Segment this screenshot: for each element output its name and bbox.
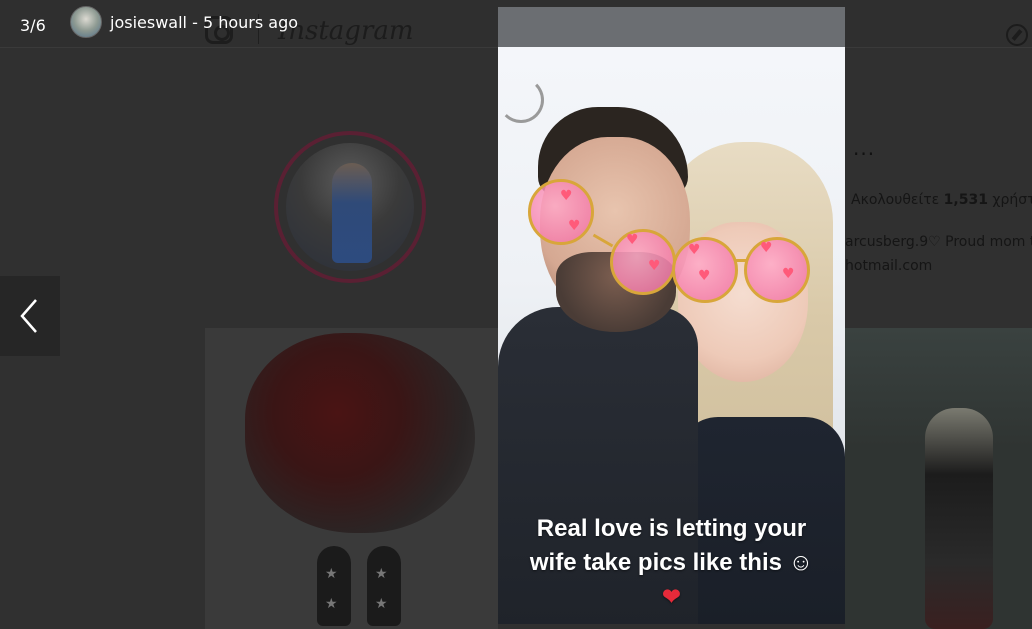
sunglasses-bridge-2 — [736, 259, 748, 262]
chevron-left-icon — [20, 299, 37, 333]
post-thumbnail-person — [845, 328, 1032, 629]
following-suffix: χρήστ — [987, 192, 1032, 208]
story-card[interactable]: ♥ ♥ ♥ ♥ ♥ ♥ ♥ ♥ Real love is letting you… — [498, 7, 845, 624]
story-caption: Real love is letting your wife take pics… — [498, 512, 845, 614]
heart-emoji-icon: ❤ — [662, 584, 681, 609]
sunglasses-lens-4 — [744, 237, 810, 303]
profile-avatar — [274, 131, 426, 283]
story-user-line: josieswall - 5 hours ago — [110, 13, 298, 32]
caption-line-1: Real love is letting your — [536, 515, 807, 542]
wall-lamp — [498, 77, 544, 123]
post-thumbnail-bouquet: ★ ★ ★ ★ — [205, 328, 498, 629]
heart-sticker-icon: ♥ — [698, 268, 711, 284]
following-count: 1,531 — [943, 192, 988, 208]
heart-sticker-icon: ♥ — [760, 240, 773, 256]
bouquet-shape — [245, 333, 475, 533]
page: Instagram ... Ακολουθείτε 1,531 χρήστ ar… — [0, 0, 1032, 629]
heart-sticker-icon: ♥ — [782, 266, 795, 282]
following-prefix: Ακολουθείτε — [851, 192, 944, 208]
heart-sticker-icon: ♥ — [568, 218, 581, 234]
sunglasses-lens-2 — [610, 229, 676, 295]
profile-avatar-image — [286, 143, 414, 271]
following-line: Ακολουθείτε 1,531 χρήστ — [851, 192, 1032, 208]
person-shape — [925, 408, 993, 629]
heart-sticker-icon: ♥ — [626, 232, 639, 248]
story-time: - 5 hours ago — [192, 13, 299, 32]
bio-line: arcusberg.9♡ Proud mom to — [845, 234, 1032, 250]
more-options-icon: ... — [853, 136, 876, 160]
profile-avatar-figure — [332, 163, 372, 263]
story-user-avatar[interactable] — [70, 6, 102, 38]
caption-line-2: wife take pics like this ☺ — [529, 549, 814, 576]
story-counter: 3/6 — [20, 16, 46, 35]
story-username[interactable]: josieswall — [110, 13, 187, 32]
email-line: hotmail.com — [845, 258, 933, 274]
heart-sticker-icon: ♥ — [648, 258, 661, 274]
heart-sticker-icon: ♥ — [688, 242, 701, 258]
previous-story-button[interactable] — [0, 276, 60, 356]
story-top-strip — [498, 7, 845, 47]
shoe-left: ★ ★ — [317, 546, 351, 626]
shoe-right: ★ ★ — [367, 546, 401, 626]
heart-sticker-icon: ♥ — [560, 188, 573, 204]
